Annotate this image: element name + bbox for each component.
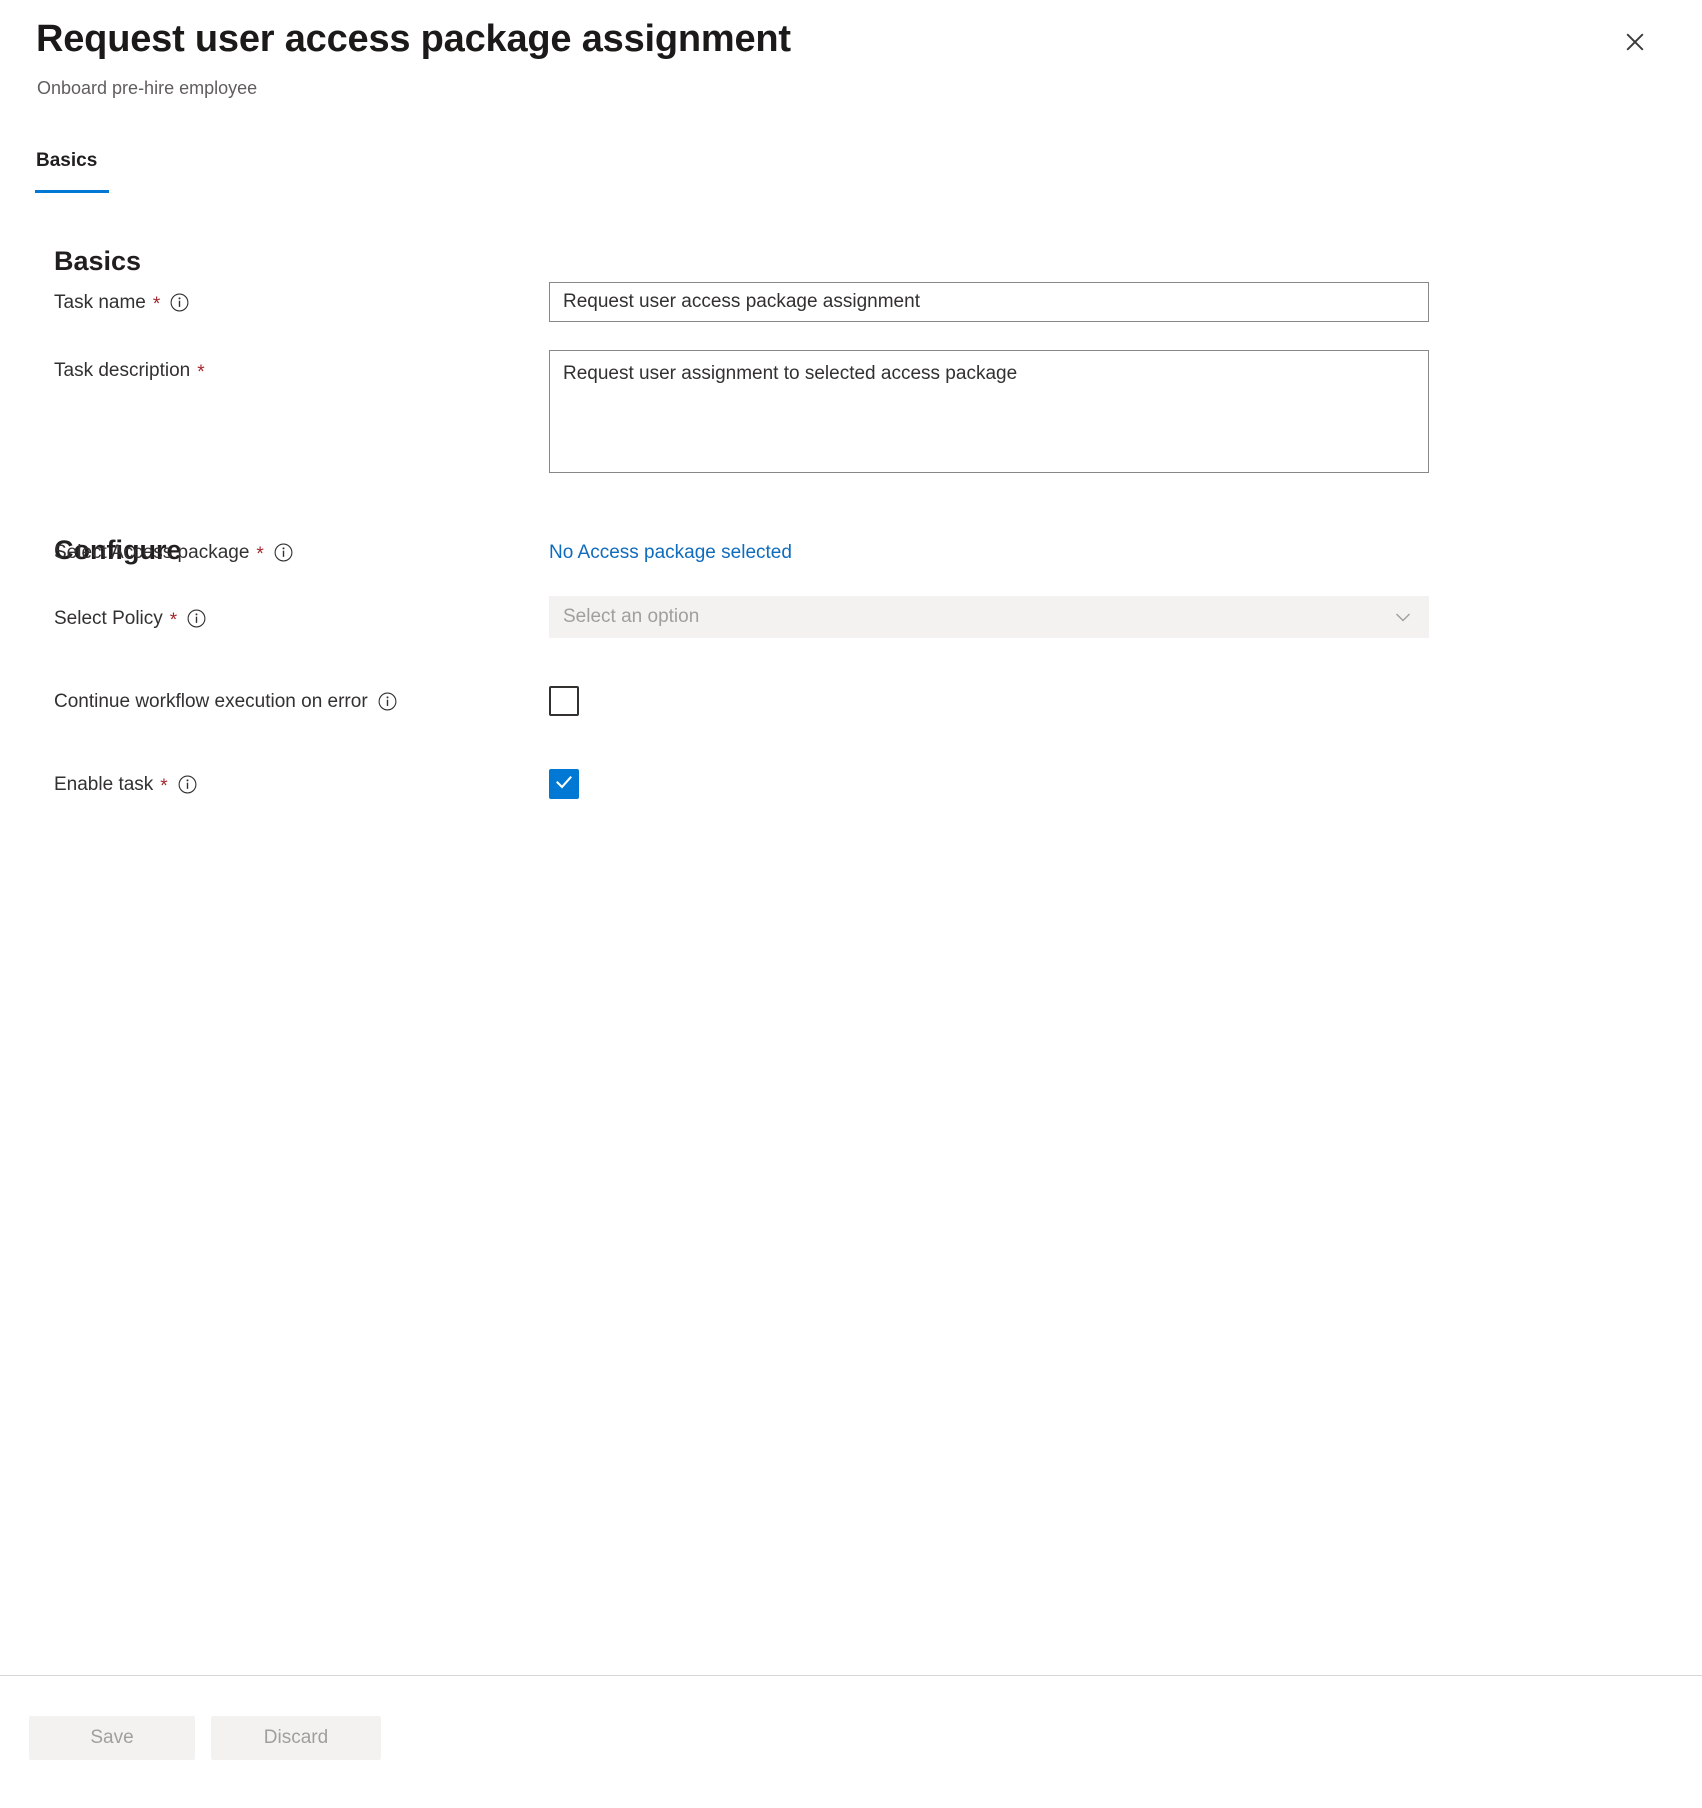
label-enable-task: Enable task *	[54, 775, 197, 794]
close-icon	[1622, 29, 1648, 58]
checkmark-icon	[553, 771, 575, 798]
info-icon[interactable]	[170, 293, 189, 312]
close-button[interactable]	[1613, 21, 1657, 65]
select-policy-control: Select an option	[549, 596, 1429, 638]
info-icon[interactable]	[178, 775, 197, 794]
page-title: Request user access package assignment	[36, 18, 791, 61]
continue-on-error-control	[549, 686, 579, 716]
label-select-access-package: Select Access package *	[54, 543, 293, 562]
task-name-input[interactable]	[549, 282, 1429, 322]
task-description-control	[549, 350, 1429, 478]
tab-strip: Basics	[0, 150, 1702, 200]
label-select-policy-text: Select Policy	[54, 609, 163, 628]
section-heading-basics: Basics	[54, 246, 141, 277]
label-task-name-text: Task name	[54, 293, 146, 312]
enable-task-control	[549, 769, 579, 799]
chevron-down-icon	[1391, 605, 1415, 629]
required-asterisk: *	[160, 777, 167, 796]
enable-task-checkbox[interactable]	[549, 769, 579, 799]
label-continue-on-error: Continue workflow execution on error	[54, 692, 397, 711]
tab-basics[interactable]: Basics	[36, 150, 97, 184]
save-button[interactable]: Save	[29, 1716, 195, 1760]
select-policy-dropdown[interactable]: Select an option	[549, 596, 1429, 638]
dialog-footer: Save Discard	[0, 1676, 1702, 1808]
label-select-policy: Select Policy *	[54, 609, 206, 628]
label-task-name: Task name *	[54, 293, 189, 312]
required-asterisk: *	[256, 545, 263, 564]
select-access-package-control: No Access package selected	[549, 542, 792, 564]
tab-selected-indicator	[35, 190, 109, 193]
label-task-description: Task description *	[54, 361, 205, 380]
required-asterisk: *	[197, 363, 204, 382]
required-asterisk: *	[170, 611, 177, 630]
info-icon[interactable]	[274, 543, 293, 562]
required-asterisk: *	[153, 295, 160, 314]
continue-on-error-checkbox[interactable]	[549, 686, 579, 716]
info-icon[interactable]	[187, 609, 206, 628]
no-access-package-selected-link[interactable]: No Access package selected	[549, 542, 792, 563]
label-select-access-package-text: Select Access package	[54, 543, 249, 562]
discard-button[interactable]: Discard	[211, 1716, 381, 1760]
label-continue-on-error-text: Continue workflow execution on error	[54, 692, 368, 711]
info-icon[interactable]	[378, 692, 397, 711]
page-subtitle: Onboard pre-hire employee	[37, 78, 257, 99]
label-enable-task-text: Enable task	[54, 775, 153, 794]
label-task-description-text: Task description	[54, 361, 190, 380]
task-name-control	[549, 282, 1429, 322]
dialog-header: Request user access package assignment O…	[0, 0, 1702, 130]
select-policy-placeholder: Select an option	[563, 606, 699, 628]
task-description-textarea[interactable]	[549, 350, 1429, 473]
